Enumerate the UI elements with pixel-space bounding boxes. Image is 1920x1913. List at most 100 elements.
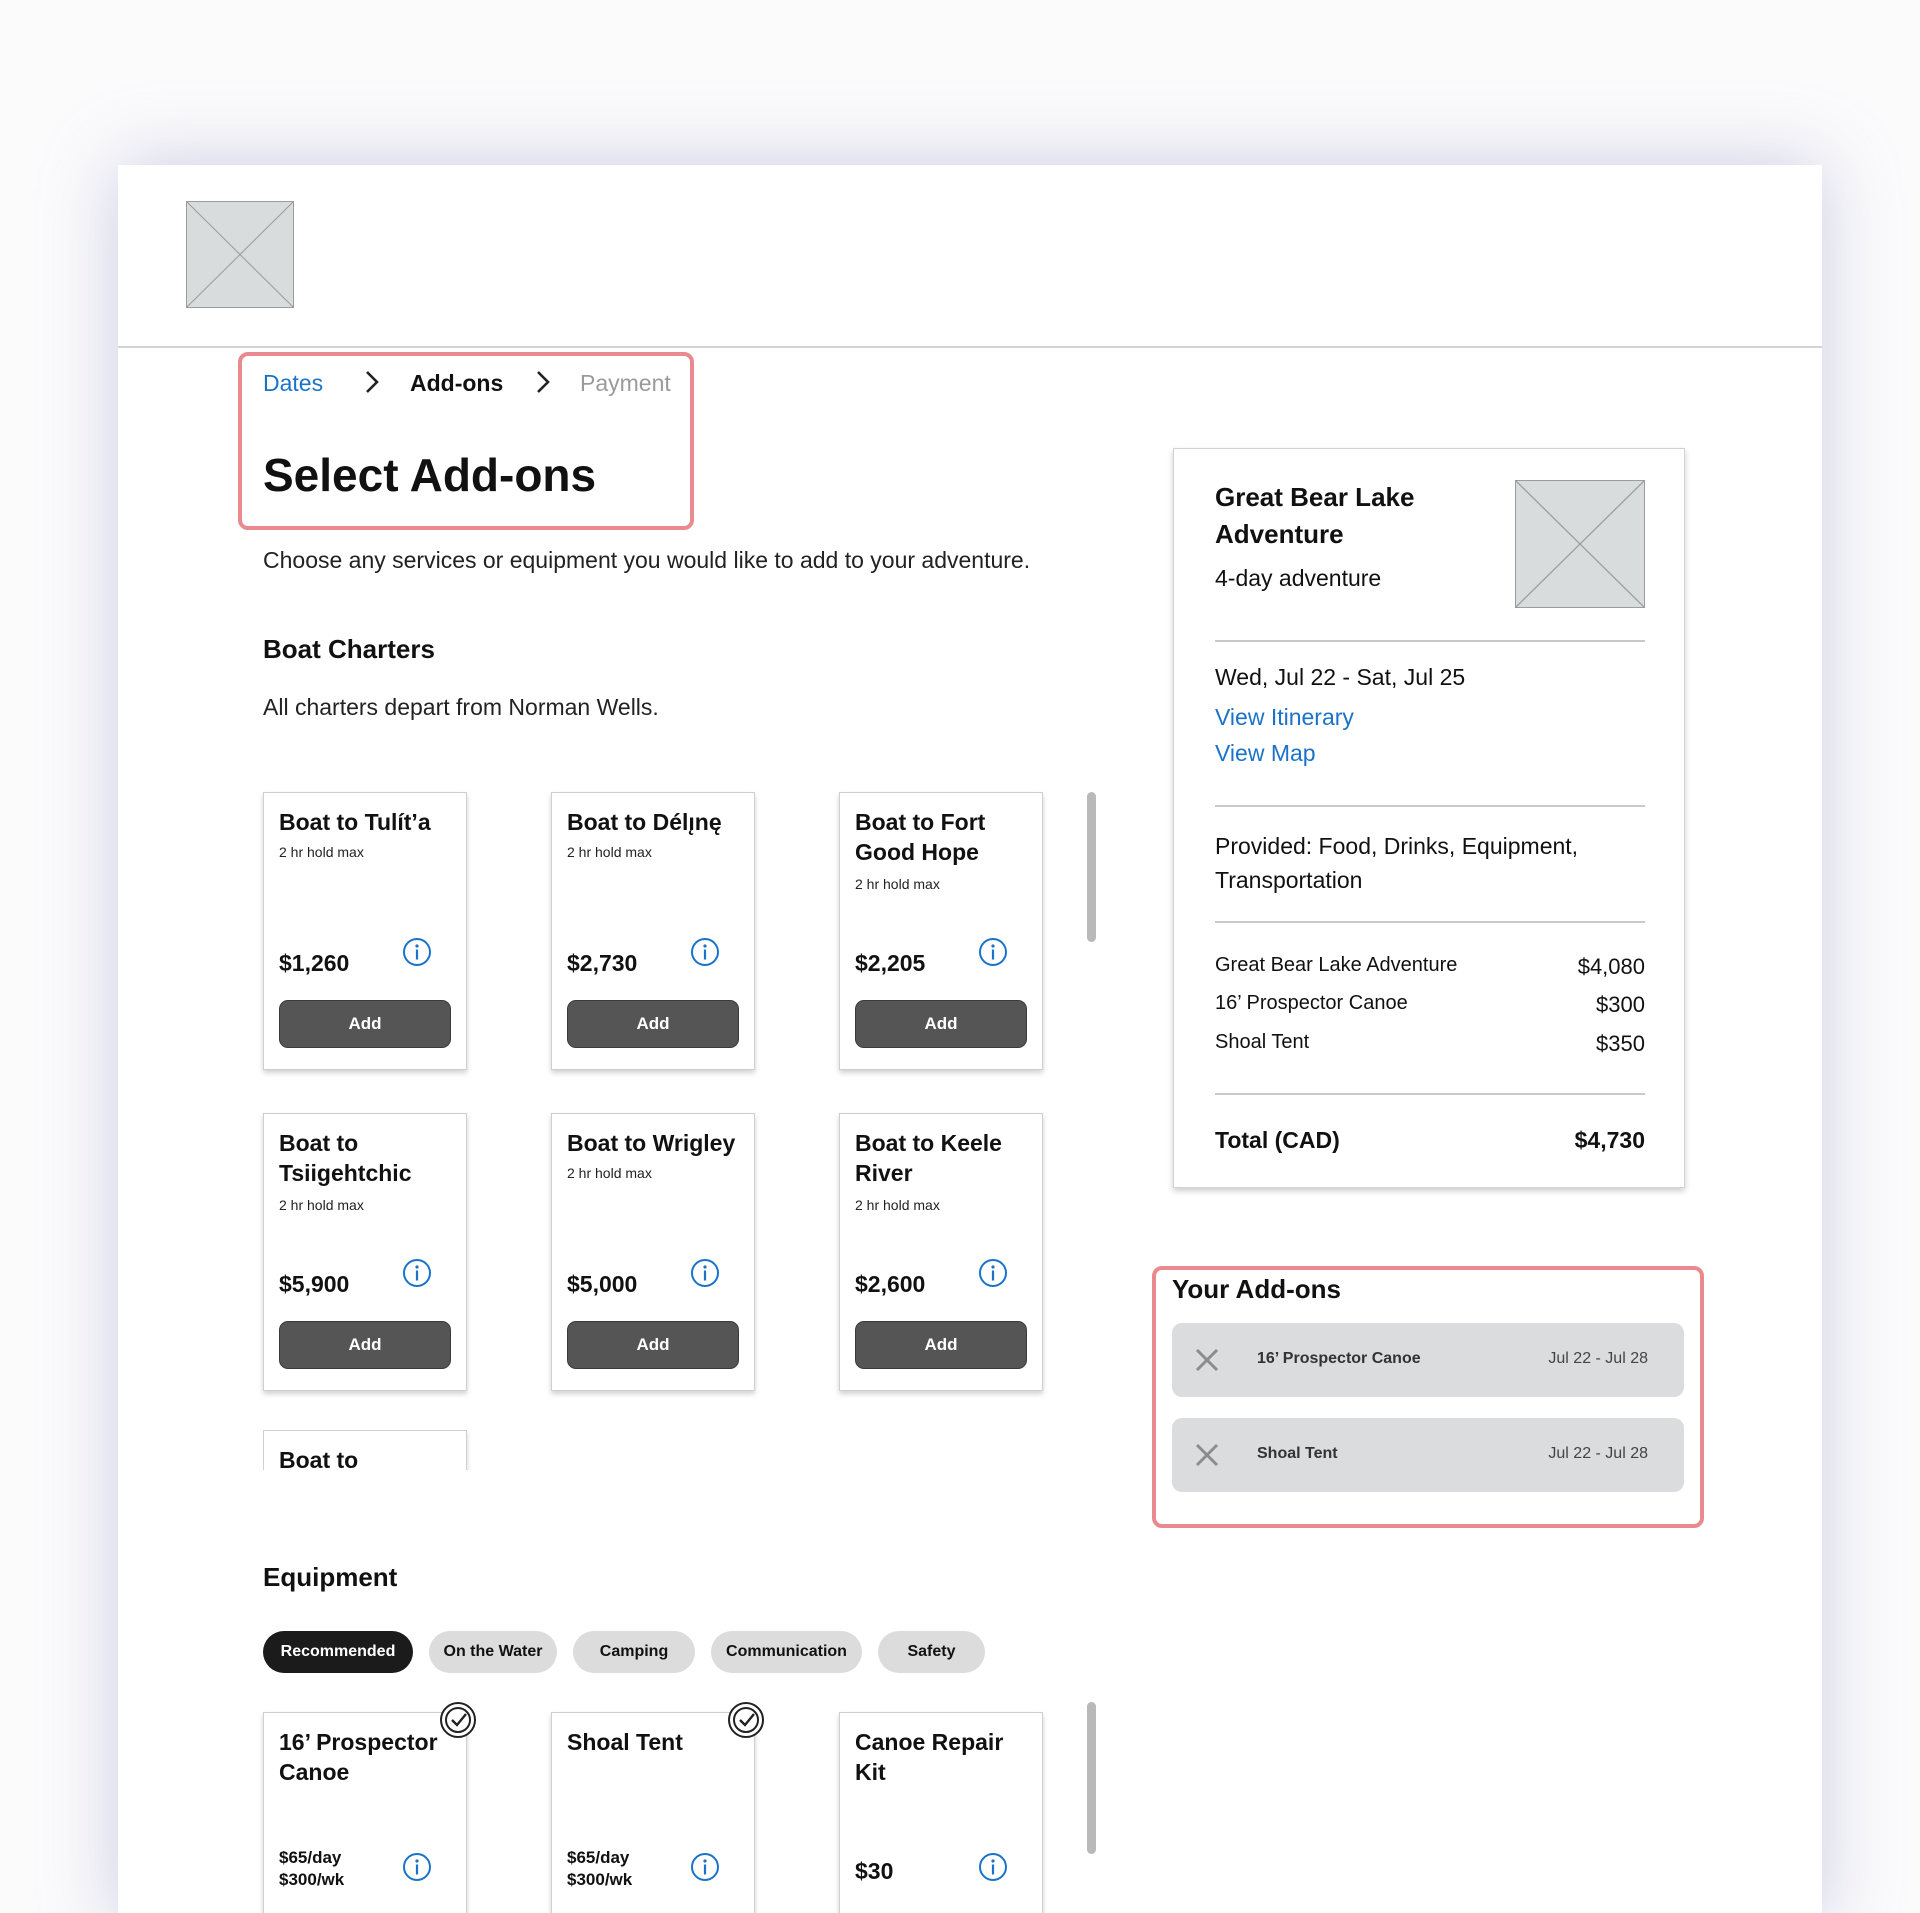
add-button[interactable]: Add <box>279 1000 451 1048</box>
add-button[interactable]: Add <box>567 1321 739 1369</box>
add-button[interactable]: Add <box>567 1000 739 1048</box>
summary-divider <box>1215 1093 1645 1095</box>
charter-hold: 2 hr hold max <box>279 1197 364 1213</box>
charter-card: Boat to Wrigley 2 hr hold max $5,000 Add <box>551 1113 755 1391</box>
total-amount: $4,730 <box>1574 1127 1645 1153</box>
info-icon[interactable] <box>689 1257 721 1289</box>
summary-divider <box>1215 805 1645 807</box>
page-frame: Dates Add-ons Payment Select Add-ons Cho… <box>118 165 1822 1913</box>
trip-image-placeholder-icon <box>1515 480 1645 608</box>
charter-hold: 2 hr hold max <box>855 876 940 892</box>
line-item-amount: $300 <box>1596 992 1645 1017</box>
filter-chip-communication[interactable]: Communication <box>711 1631 862 1673</box>
view-map-link[interactable]: View Map <box>1215 740 1316 767</box>
total-row: Total (CAD) $4,730 <box>1215 1127 1645 1154</box>
charter-card: Boat to Fort Good Hope 2 hr hold max $2,… <box>839 792 1043 1070</box>
equipment-price-week: $300/wk <box>279 1870 345 1889</box>
addon-dates: Jul 22 - Jul 28 <box>1548 1350 1648 1367</box>
charter-price: $5,900 <box>279 1271 350 1297</box>
addon-name: Shoal Tent <box>1257 1445 1338 1462</box>
filter-chip-camping[interactable]: Camping <box>573 1631 695 1673</box>
logo-placeholder-icon[interactable] <box>186 201 294 308</box>
charter-price: $2,205 <box>855 950 926 976</box>
charter-hold: 2 hr hold max <box>567 844 652 860</box>
trip-title: Great Bear Lake Adventure <box>1215 482 1415 549</box>
charter-card: Boat to Délı̨nę 2 hr hold max $2,730 Add <box>551 792 755 1070</box>
boat-charters-subtitle: All charters depart from Norman Wells. <box>263 694 659 720</box>
charter-list-clip: Boat to <box>263 1430 473 1470</box>
breadcrumb-payment: Payment <box>580 370 671 396</box>
charter-title: Boat to Tsiigehtchic <box>279 1130 412 1186</box>
equipment-price: $30 <box>855 1858 894 1884</box>
trip-duration: 4-day adventure <box>1215 565 1382 591</box>
summary-divider <box>1215 640 1645 642</box>
your-addons-heading: Your Add-ons <box>1172 1274 1341 1304</box>
chevron-right-icon <box>537 371 550 393</box>
line-item: 16’ Prospector Canoe $300 <box>1215 992 1645 1017</box>
info-icon[interactable] <box>689 936 721 968</box>
close-icon[interactable] <box>1192 1345 1222 1375</box>
charter-title: Boat to Wrigley <box>567 1130 736 1156</box>
filter-chip-on-the-water[interactable]: On the Water <box>429 1631 557 1673</box>
info-icon[interactable] <box>977 1851 1009 1883</box>
page-intro: Choose any services or equipment you wou… <box>263 547 1031 573</box>
charter-price: $2,730 <box>567 950 638 976</box>
addon-name: 16’ Prospector Canoe <box>1257 1350 1421 1367</box>
check-circle-icon[interactable] <box>727 1701 765 1739</box>
line-item: Great Bear Lake Adventure $4,080 <box>1215 954 1645 979</box>
check-circle-icon[interactable] <box>439 1701 477 1739</box>
equipment-card: Canoe Repair Kit $30 <box>839 1712 1043 1913</box>
charter-title: Boat to <box>279 1447 359 1470</box>
equipment-title: Shoal Tent <box>567 1729 683 1755</box>
charter-hold: 2 hr hold max <box>567 1165 652 1181</box>
charter-price: $2,600 <box>855 1271 926 1297</box>
equipment-price-week: $300/wk <box>567 1870 633 1889</box>
line-item-label: Shoal Tent <box>1215 1031 1310 1053</box>
line-item: Shoal Tent $350 <box>1215 1031 1645 1056</box>
view-itinerary-link[interactable]: View Itinerary <box>1215 704 1354 731</box>
charter-hold: 2 hr hold max <box>855 1197 940 1213</box>
info-icon[interactable] <box>689 1851 721 1883</box>
filter-chip-recommended[interactable]: Recommended <box>263 1631 413 1673</box>
line-item-amount: $4,080 <box>1577 954 1645 979</box>
info-icon[interactable] <box>401 1257 433 1289</box>
add-button[interactable]: Add <box>855 1321 1027 1369</box>
trip-summary-card: Great Bear Lake Adventure 4-day adventur… <box>1173 448 1685 1188</box>
info-icon[interactable] <box>977 1257 1009 1289</box>
equipment-title: 16’ Prospector Canoe <box>279 1729 438 1785</box>
equipment-card: 16’ Prospector Canoe $65/day $300/wk <box>263 1712 467 1913</box>
addon-item: 16’ Prospector Canoe Jul 22 - Jul 28 <box>1172 1323 1684 1397</box>
add-button[interactable]: Add <box>279 1321 451 1369</box>
boat-charters-heading: Boat Charters <box>263 634 435 664</box>
info-icon[interactable] <box>401 1851 433 1883</box>
charter-price: $5,000 <box>567 1271 638 1297</box>
chevron-right-icon <box>366 371 379 393</box>
charter-card: Boat to Keele River 2 hr hold max $2,600… <box>839 1113 1043 1391</box>
breadcrumb-dates-link[interactable]: Dates <box>263 370 323 397</box>
charter-title: Boat to Keele River <box>855 1130 1002 1186</box>
charter-card: Boat to Tulít’a 2 hr hold max $1,260 Add <box>263 792 467 1070</box>
equipment-scrollbar[interactable] <box>1087 1702 1096 1854</box>
filter-chip-safety[interactable]: Safety <box>878 1631 985 1673</box>
info-icon[interactable] <box>977 936 1009 968</box>
line-item-label: 16’ Prospector Canoe <box>1215 992 1408 1014</box>
charter-title: Boat to Délı̨nę <box>567 809 722 835</box>
charter-price: $1,260 <box>279 950 350 976</box>
equipment-heading: Equipment <box>263 1562 398 1592</box>
info-icon[interactable] <box>401 936 433 968</box>
charter-title: Boat to Fort Good Hope <box>855 809 986 865</box>
total-label: Total (CAD) <box>1215 1127 1340 1153</box>
charter-card: Boat to <box>263 1430 467 1470</box>
charters-scrollbar[interactable] <box>1087 792 1096 942</box>
equipment-title: Canoe Repair Kit <box>855 1729 1004 1785</box>
close-icon[interactable] <box>1192 1440 1222 1470</box>
charter-title: Boat to Tulít’a <box>279 809 431 835</box>
line-item-label: Great Bear Lake Adventure <box>1215 954 1458 976</box>
add-button[interactable]: Add <box>855 1000 1027 1048</box>
trip-dates: Wed, Jul 22 - Sat, Jul 25 <box>1215 664 1466 690</box>
charter-hold: 2 hr hold max <box>279 844 364 860</box>
breadcrumb-addons-current: Add-ons <box>410 370 504 396</box>
equipment-price-day: $65/day <box>567 1848 630 1867</box>
line-item-amount: $350 <box>1596 1031 1645 1056</box>
equipment-card: Shoal Tent $65/day $300/wk <box>551 1712 755 1913</box>
